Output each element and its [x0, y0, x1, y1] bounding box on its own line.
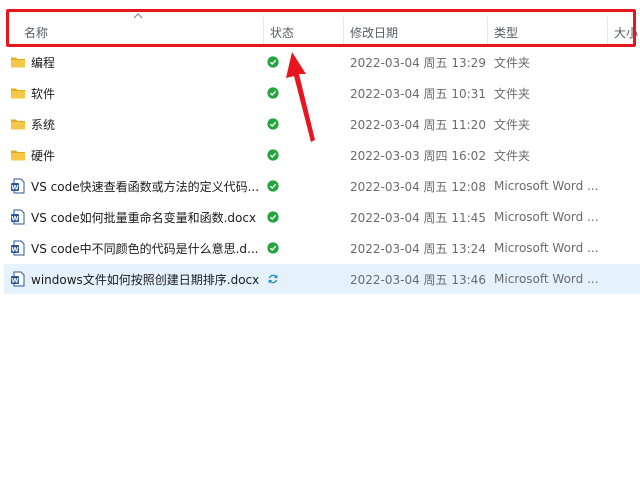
folder-icon: [11, 57, 25, 68]
synced-check-icon: [267, 87, 279, 99]
modified-date: 2022-03-04 周五 11:45: [350, 210, 486, 225]
list-item[interactable]: W VS code中不同颜色的代码是什么意思.d... 2022-03-04 周…: [4, 233, 640, 263]
file-name-cell: 硬件: [10, 140, 262, 170]
list-item[interactable]: W VS code如何批量重命名变量和函数.docx 2022-03-04 周五…: [4, 202, 640, 232]
file-name: windows文件如何按照创建日期排序.docx: [31, 272, 260, 287]
column-header-type[interactable]: 类型: [487, 17, 607, 47]
status-cell: [267, 233, 287, 263]
file-type: Microsoft Word ...: [494, 210, 599, 224]
list-item[interactable]: 编程 2022-03-04 周五 13:29 文件夹: [4, 47, 640, 77]
column-header-status[interactable]: 状态: [263, 17, 343, 47]
file-type: Microsoft Word ...: [494, 272, 599, 286]
svg-text:W: W: [11, 277, 18, 285]
file-name: 软件: [31, 86, 56, 101]
column-header-size[interactable]: 大小: [607, 17, 640, 47]
synced-check-icon: [267, 211, 279, 223]
list-item-selected[interactable]: W windows文件如何按照创建日期排序.docx 2022-03-04 周五…: [4, 264, 640, 294]
status-cell: [267, 202, 287, 232]
file-name-cell: W VS code中不同颜色的代码是什么意思.d...: [10, 233, 262, 263]
synced-check-icon: [267, 149, 279, 161]
file-name-cell: 编程: [10, 47, 262, 77]
column-header-status-label: 状态: [270, 25, 295, 40]
file-explorer-view: 名称 状态 修改日期 类型 大小 编程 2022-03-04 周五 13:29 …: [0, 0, 640, 480]
file-type: Microsoft Word ...: [494, 179, 599, 193]
sync-pending-icon: [268, 274, 278, 284]
column-header-modified[interactable]: 修改日期: [343, 17, 488, 47]
svg-text:W: W: [11, 246, 18, 254]
file-name: 硬件: [31, 148, 56, 163]
file-type: 文件夹: [494, 55, 531, 70]
file-name-cell: 软件: [10, 78, 262, 108]
list-item[interactable]: 系统 2022-03-04 周五 11:20 文件夹: [4, 109, 640, 139]
file-name: VS code中不同颜色的代码是什么意思.d...: [31, 241, 259, 256]
column-header-name-label: 名称: [24, 25, 49, 40]
column-header-modified-label: 修改日期: [350, 25, 399, 40]
column-header-type-label: 类型: [494, 25, 519, 40]
word-doc-icon: W: [11, 240, 25, 256]
file-name-cell: W windows文件如何按照创建日期排序.docx: [10, 264, 262, 294]
modified-date: 2022-03-04 周五 13:29: [350, 55, 486, 70]
list-item[interactable]: 硬件 2022-03-03 周四 16:02 文件夹: [4, 140, 640, 170]
file-name-cell: 系统: [10, 109, 262, 139]
folder-icon: [11, 119, 25, 130]
folder-icon: [11, 150, 25, 161]
svg-text:W: W: [11, 215, 18, 223]
folder-icon: [11, 88, 25, 99]
file-name: 编程: [31, 55, 56, 70]
column-header-name[interactable]: 名称: [18, 17, 262, 47]
list-item[interactable]: W VS code快速查看函数或方法的定义代码... 2022-03-04 周五…: [4, 171, 640, 201]
modified-date: 2022-03-03 周四 16:02: [350, 148, 486, 163]
modified-date: 2022-03-04 周五 12:08: [350, 179, 486, 194]
status-cell: [267, 140, 287, 170]
annotation-arrow: [286, 52, 315, 142]
synced-check-icon: [267, 180, 279, 192]
word-doc-icon: W: [11, 178, 25, 194]
file-name: 系统: [31, 117, 56, 132]
file-type: 文件夹: [494, 86, 531, 101]
modified-date: 2022-03-04 周五 10:31: [350, 86, 486, 101]
file-name: VS code快速查看函数或方法的定义代码...: [31, 179, 260, 194]
modified-date: 2022-03-04 周五 13:46: [350, 272, 486, 287]
file-name: VS code如何批量重命名变量和函数.docx: [31, 210, 257, 225]
file-type: 文件夹: [494, 148, 531, 163]
synced-check-icon: [267, 118, 279, 130]
word-doc-icon: W: [11, 209, 25, 225]
status-cell: [267, 171, 287, 201]
synced-check-icon: [267, 242, 279, 254]
file-type: Microsoft Word ...: [494, 241, 599, 255]
word-doc-icon: W: [11, 271, 25, 287]
svg-text:W: W: [11, 184, 18, 192]
file-name-cell: W VS code快速查看函数或方法的定义代码...: [10, 171, 262, 201]
status-cell: [267, 264, 287, 294]
list-item[interactable]: 软件 2022-03-04 周五 10:31 文件夹: [4, 78, 640, 108]
modified-date: 2022-03-04 周五 11:20: [350, 117, 486, 132]
column-header-size-label: 大小: [614, 25, 639, 40]
file-name-cell: W VS code如何批量重命名变量和函数.docx: [10, 202, 262, 232]
synced-check-icon: [267, 56, 279, 68]
file-type: 文件夹: [494, 117, 531, 132]
modified-date: 2022-03-04 周五 13:24: [350, 241, 486, 256]
